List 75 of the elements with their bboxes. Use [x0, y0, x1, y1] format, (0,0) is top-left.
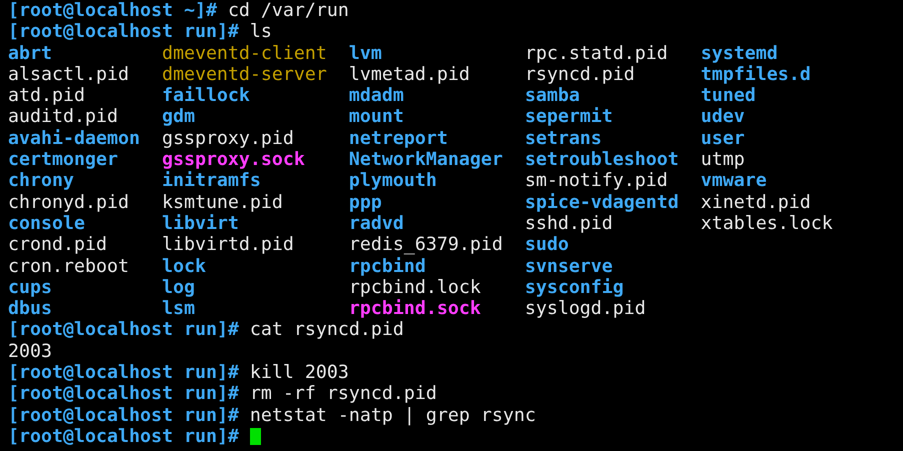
file-name: libvirtd.pid [162, 234, 294, 256]
file-name: initramfs [162, 170, 261, 192]
file-name: gdm [162, 106, 195, 128]
file-name: sepermit [524, 106, 613, 128]
command-text: cd /var/run [228, 0, 349, 22]
prompt-text: [root@localhost run]# [8, 21, 239, 43]
file-name: svnserve [524, 256, 613, 277]
file-name: xtables.lock [700, 212, 833, 234]
file-name: alsactl.pid [8, 64, 129, 85]
command-text: cat rsyncd.pid [250, 319, 404, 341]
file-name: atd.pid [8, 85, 85, 106]
file-name: plymouth [348, 170, 437, 192]
file-name: mdadm [348, 85, 404, 106]
file-name: dbus [8, 298, 52, 320]
file-name: setroubleshoot [524, 149, 679, 170]
file-name: utmp [700, 149, 745, 170]
file-name: rpcbind.sock [348, 298, 481, 320]
file-name: lsm [162, 298, 195, 320]
file-name: radvd [348, 212, 404, 234]
file-name: avahi-daemon [8, 128, 140, 149]
file-name: sudo [524, 234, 569, 256]
file-name: rpcbind.lock [348, 276, 481, 298]
file-name: libvirt [162, 212, 239, 234]
file-name: systemd [700, 42, 778, 64]
prompt-text: [root@localhost run]# [8, 383, 239, 405]
file-name: mount [348, 106, 404, 128]
file-name: lock [162, 256, 206, 277]
file-name: syslogd.pid [524, 298, 646, 320]
prompt-text: [root@localhost run]# [8, 404, 239, 426]
file-name: sysconfig [524, 276, 624, 298]
file-name: xinetd.pid [700, 192, 811, 213]
file-name: sshd.pid [524, 212, 613, 234]
file-name: tmpfiles.d [700, 64, 811, 85]
prompt-text: [root@localhost run]# [8, 426, 239, 448]
output-text: 2003 [8, 340, 52, 362]
file-name: rsyncd.pid [524, 64, 635, 85]
file-name: NetworkManager [348, 149, 503, 170]
file-name: abrt [8, 42, 52, 64]
file-name: user [700, 128, 745, 149]
file-name: chrony [8, 170, 74, 192]
command-text: netstat -natp | grep rsync [250, 404, 536, 426]
prompt-text: [root@localhost run]# [8, 319, 239, 341]
file-name: ksmtune.pid [162, 192, 283, 213]
file-name: setrans [524, 128, 602, 149]
file-name: log [162, 276, 195, 298]
command-text: rm -rf rsyncd.pid [250, 383, 437, 405]
file-name: rpc.statd.pid [524, 42, 668, 64]
file-name: vmware [700, 170, 767, 192]
file-name: spice-vdagentd [524, 192, 679, 213]
command-text: ls [250, 21, 272, 43]
file-name: gssproxy.pid [162, 128, 294, 149]
file-name: ppp [348, 192, 382, 213]
file-name: rpcbind [348, 256, 426, 277]
file-name: auditd.pid [8, 106, 118, 128]
file-name: cups [8, 276, 52, 298]
prompt-text: [root@localhost run]# [8, 362, 239, 384]
command-text: kill 2003 [250, 362, 349, 384]
file-name: sm-notify.pid [524, 170, 668, 192]
file-name: tuned [700, 85, 756, 106]
file-name: cron.reboot [8, 256, 129, 277]
file-name: certmonger [8, 149, 118, 170]
file-name: dmeventd-client [162, 42, 327, 64]
file-name: dmeventd-server [162, 64, 327, 85]
file-name: lvm [348, 42, 382, 64]
file-name: samba [524, 85, 580, 106]
file-name: lvmetad.pid [348, 64, 470, 85]
file-name: redis_6379.pid [348, 234, 503, 256]
file-name: faillock [162, 85, 250, 106]
file-name: console [8, 212, 85, 234]
file-name: netreport [348, 128, 448, 149]
file-name: crond.pid [8, 234, 107, 256]
file-name: chronyd.pid [8, 192, 129, 213]
file-name: udev [700, 106, 745, 128]
file-name: gssproxy.sock [162, 149, 305, 170]
prompt-text: [root@localhost ~]# [8, 0, 217, 22]
